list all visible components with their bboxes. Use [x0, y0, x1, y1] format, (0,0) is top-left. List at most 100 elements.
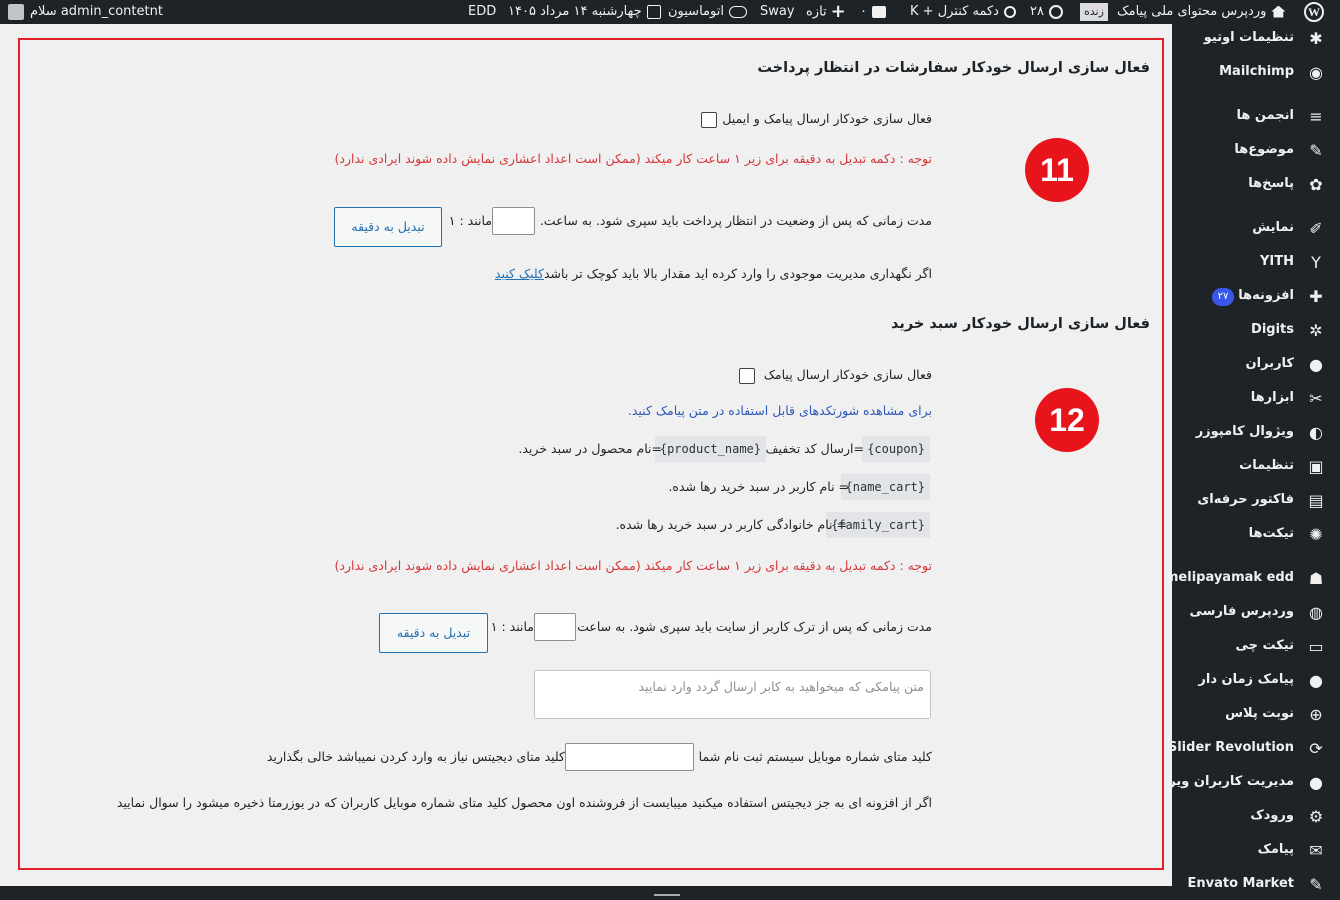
envelope-icon: ✉ [1309, 841, 1323, 860]
edd-menu[interactable]: EDD [468, 0, 496, 24]
shortcodes-hint[interactable]: برای مشاهده شورتکدهای قابل استفاده در مت… [628, 403, 932, 418]
marker-11: 11 [1025, 138, 1089, 202]
main-content: فعال سازی ارسال خودکار سفارشات در انتظار… [0, 24, 1172, 886]
automation-menu[interactable]: اتوماسیون [668, 0, 747, 24]
new-content-menu[interactable]: +تازه [806, 0, 846, 24]
sway-menu[interactable]: Sway [760, 0, 795, 24]
section2-convert-button[interactable]: تبدیل به دقیقه [379, 613, 488, 653]
sidebar-item-forum[interactable]: ≡ انجمن ها [1172, 102, 1340, 132]
sidebar-item-tickets[interactable]: ✺ تیکت‌ها [1172, 520, 1340, 550]
slider-revolution-icon: ⟳ [1309, 739, 1323, 758]
shortcode-coupon-desc: =ارسال کد تخفیف [765, 441, 864, 456]
sidebar-item-users[interactable]: ● کاربران [1172, 350, 1340, 380]
section2-duration-input[interactable] [534, 613, 576, 641]
sidebar-item-mailchimp[interactable]: ◉ Mailchimp [1172, 58, 1340, 88]
sidebar-item-appearance[interactable]: ✐ نمایش [1172, 214, 1340, 244]
shortcode-product-name-desc: =نام محصول در سبد خرید. [518, 441, 662, 456]
sidebar-item-replies[interactable]: ✿ پاسخ‌ها [1172, 170, 1340, 200]
sidebar-item-label: افزونه‌ها [1238, 288, 1294, 303]
section1-enable-checkbox[interactable] [701, 112, 717, 128]
section2-duration-label: مدت زمانی که پس از ترک کاربر از سایت بای… [573, 619, 932, 634]
plugins-icon: ✚ [1309, 287, 1323, 306]
sidebar-item-plugins[interactable]: ✚ افزونه‌ها ۲۷ [1172, 282, 1340, 312]
sidebar-item-label: پاسخ‌ها [1248, 176, 1294, 191]
sidebar-item-label: پیامک زمان دار [1198, 672, 1294, 687]
sidebar-item-user-manage[interactable]: ● مدیریت کاربران ویرا [1164, 768, 1340, 798]
sidebar-item-visual-composer[interactable]: ◐ ویژوال کامپوزر [1172, 418, 1340, 448]
sidebar-item-asterisk[interactable]: ✱ تنظیمات اوتیو [1172, 24, 1340, 54]
meta-key-label: کلید متای شماره موبایل سیستم ثبت نام شما [698, 749, 932, 764]
sidebar-item-topics[interactable]: ✎ موضوع‌ها [1172, 136, 1340, 166]
wordpress-logo-icon[interactable]: W [1304, 2, 1324, 22]
topics-icon: ✎ [1309, 141, 1323, 160]
sidebar-item-label: وردپرس فارسی [1189, 604, 1294, 619]
gear-icon: ⚙ [1308, 807, 1324, 826]
asterisk-icon: ✱ [1309, 29, 1323, 48]
section1-title: فعال سازی ارسال خودکار سفارشات در انتظار… [757, 60, 1150, 76]
calendar-icon [646, 4, 661, 19]
update-count-badge: ۲۷ [1212, 288, 1234, 306]
section1-example: مانند : ۱ [448, 213, 492, 228]
section2-enable-checkbox[interactable] [739, 368, 755, 384]
site-name[interactable]: وردپرس محتوای ملی پیامک [1117, 0, 1286, 24]
my-account[interactable]: سلام admin_contetnt [8, 0, 163, 24]
marker-12: 12 [1035, 388, 1099, 452]
shortcode-name-cart: {name_cart} [840, 474, 930, 500]
appearance-icon: ✐ [1309, 219, 1323, 238]
date-display: چهارشنبه ۱۴ مرداد ۱۴۰۵ [508, 0, 661, 24]
sidebar-item-label: نمایش [1252, 220, 1294, 235]
visual-composer-icon: ◐ [1309, 423, 1323, 442]
shortcode-coupon: {coupon} [862, 436, 930, 462]
sidebar-item-scheduled-sms[interactable]: ● پیامک زمان دار [1172, 666, 1340, 696]
sidebar-item-invoice[interactable]: ▤ فاکتور حرفه‌ای [1172, 486, 1340, 516]
section1-convert-button[interactable]: تبدیل به دقیقه [334, 207, 442, 247]
bottom-bar [0, 886, 1172, 900]
sidebar-item-envato[interactable]: ✎ Envato Market [1172, 870, 1340, 900]
plus-icon: + [830, 1, 846, 22]
tools-icon: ✂ [1309, 389, 1323, 408]
sidebar-item-label: انجمن ها [1236, 108, 1294, 123]
sidebar-item-label: تنظیمات اوتیو [1203, 30, 1294, 45]
sidebar-item-label: فاکتور حرفه‌ای [1197, 492, 1294, 507]
melipayamak-icon: ☗ [1308, 569, 1324, 588]
wp-farsi-icon: ◍ [1309, 603, 1323, 622]
sidebar-item-slider-revolution[interactable]: ⟳ Slider Revolution [1168, 734, 1340, 764]
sidebar-item-label: نوبت پلاس [1225, 706, 1294, 721]
sidebar-item-yith[interactable]: Y YITH [1172, 248, 1340, 278]
mailchimp-icon: ◉ [1309, 63, 1323, 82]
updates-menu[interactable]: ۲۸ [1030, 0, 1063, 24]
sidebar-item-label: مدیریت کاربران ویرا [1163, 774, 1294, 789]
sidebar-item-tools[interactable]: ✂ ابزارها [1172, 384, 1340, 414]
sidebar-item-ticket-chat[interactable]: ▭ تیکت چی [1172, 632, 1340, 662]
resize-handle-icon[interactable] [654, 894, 680, 896]
sidebar-item-melipayamak[interactable]: ☗ melipayamak edd [1165, 564, 1340, 594]
meta-key-input[interactable] [565, 743, 694, 771]
sidebar-item-plus-circle[interactable]: ⊕ نوبت پلاس [1172, 700, 1340, 730]
envato-icon: ✎ [1309, 875, 1323, 894]
digits-icon: ✲ [1309, 321, 1323, 340]
sidebar-item-label: Digits [1251, 322, 1294, 337]
section1-duration-input[interactable] [492, 207, 535, 235]
sidebar-item-digits[interactable]: ✲ Digits [1172, 316, 1340, 346]
yith-icon: Y [1311, 253, 1321, 272]
sidebar-item-wp-farsi[interactable]: ◍ وردپرس فارسی [1172, 598, 1340, 628]
shortcode-name-cart-desc: = نام کاربر در سبد خرید رها شده. [668, 479, 849, 494]
sidebar-item-label: کاربران [1245, 356, 1294, 371]
sidebar-item-label: melipayamak edd [1164, 570, 1294, 585]
sidebar-item-settings[interactable]: ▣ تنظیمات [1172, 452, 1340, 482]
comments-menu[interactable]: ۰ [860, 0, 886, 24]
shortcode-family-cart-desc: = نام خانوادگی کاربر در سبد خرید رها شده… [615, 517, 847, 532]
avatar [8, 3, 24, 20]
sidebar-item-gear[interactable]: ⚙ ورودک [1172, 802, 1340, 832]
section2-example: مانند : ۱ [490, 619, 534, 634]
sidebar-item-label: YITH [1260, 254, 1294, 269]
live-badge: زنده [1080, 3, 1108, 21]
sidebar-item-envelope[interactable]: ✉ پیامک [1172, 836, 1340, 866]
message-textarea[interactable]: متن پیامکی که میخواهید به کابر ارسال گرد… [534, 670, 931, 719]
admin-sidebar: ✱ تنظیمات اوتیو ◉ Mailchimp ≡ انجمن ها ✎ موضوع‌… [1164, 24, 1340, 900]
stock-link[interactable]: کلیک کنید [495, 266, 544, 281]
replies-icon: ✿ [1309, 175, 1323, 194]
sidebar-item-label: تیکت‌ها [1248, 526, 1294, 541]
command-palette[interactable]: دکمه کنترل + K [910, 0, 1016, 24]
sidebar-item-label: ورودک [1250, 808, 1294, 823]
